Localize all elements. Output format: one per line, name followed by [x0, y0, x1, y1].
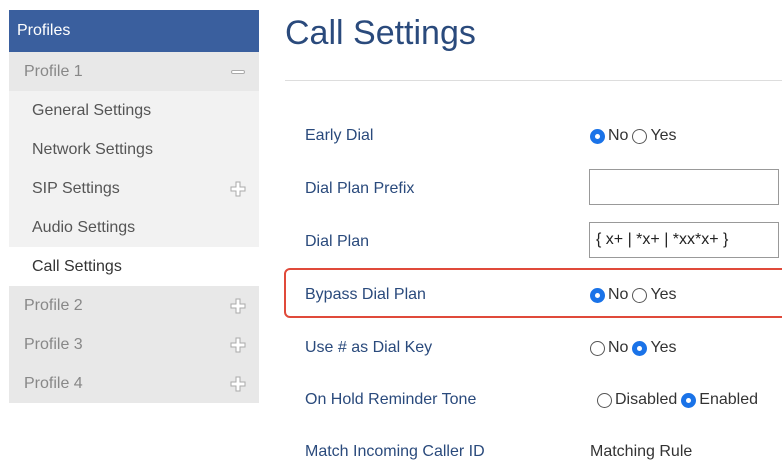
on-hold-reminder-tone-label: On Hold Reminder Tone — [305, 391, 477, 408]
sidebar-header: Profiles — [9, 10, 259, 52]
profiles-sidebar: Profiles Profile 1 General Settings Netw… — [9, 10, 259, 403]
radio-option-label: Yes — [650, 339, 677, 356]
sidebar-item-general-settings[interactable]: General Settings — [9, 91, 259, 130]
sidebar-item-label: Profile 3 — [24, 336, 83, 353]
sidebar-item-label: Audio Settings — [32, 219, 136, 236]
expand-icon[interactable] — [229, 286, 247, 325]
use-hash-dial-key-yes-radio[interactable] — [632, 340, 648, 356]
bypass-dial-plan-yes-radio[interactable] — [632, 287, 648, 303]
radio-option-label: Enabled — [699, 391, 758, 408]
sidebar-item-profile-4[interactable]: Profile 4 — [9, 364, 259, 403]
bypass-dial-plan-no-radio[interactable] — [590, 287, 605, 303]
sidebar-item-label: Network Settings — [32, 141, 153, 158]
match-incoming-caller-id-value: Matching Rule — [590, 443, 693, 460]
use-hash-dial-key-no-radio[interactable] — [590, 340, 605, 356]
dial-plan-prefix-label: Dial Plan Prefix — [305, 180, 415, 197]
early-dial-yes-radio[interactable] — [632, 128, 648, 144]
sidebar-item-label: Call Settings — [32, 258, 122, 275]
sidebar-item-call-settings[interactable]: Call Settings — [9, 247, 259, 286]
on-hold-reminder-tone-radio-group: Disabled Enabled — [597, 391, 762, 409]
sidebar-item-network-settings[interactable]: Network Settings — [9, 130, 259, 169]
bypass-dial-plan-radio-group: No Yes — [590, 286, 681, 304]
sidebar-item-audio-settings[interactable]: Audio Settings — [9, 208, 259, 247]
radio-option-label: No — [608, 127, 629, 144]
sidebar-item-label: Profile 4 — [24, 375, 83, 392]
on-hold-reminder-tone-enabled-radio[interactable] — [681, 392, 697, 408]
match-incoming-caller-id-label: Match Incoming Caller ID — [305, 443, 485, 460]
sidebar-item-label: SIP Settings — [32, 180, 120, 197]
sidebar-item-profile-1[interactable]: Profile 1 — [9, 52, 259, 91]
sidebar-item-label: General Settings — [32, 102, 152, 119]
early-dial-label: Early Dial — [305, 127, 374, 144]
expand-icon[interactable] — [229, 169, 247, 208]
expand-icon[interactable] — [229, 364, 247, 403]
use-hash-dial-key-radio-group: No Yes — [590, 339, 681, 357]
early-dial-no-radio[interactable] — [590, 128, 605, 144]
radio-option-label: Yes — [650, 127, 677, 144]
radio-option-label: Yes — [650, 286, 677, 303]
sidebar-item-profile-2[interactable]: Profile 2 — [9, 286, 259, 325]
on-hold-reminder-tone-disabled-radio[interactable] — [597, 392, 612, 408]
expand-icon[interactable] — [229, 325, 247, 364]
title-divider — [285, 80, 782, 81]
dial-plan-label: Dial Plan — [305, 233, 370, 250]
sidebar-item-profile-3[interactable]: Profile 3 — [9, 325, 259, 364]
radio-option-label: No — [608, 286, 629, 303]
use-hash-dial-key-label: Use # as Dial Key — [305, 339, 433, 356]
page-title: Call Settings — [285, 14, 476, 52]
radio-option-label: Disabled — [615, 391, 678, 408]
radio-option-label: No — [608, 339, 629, 356]
sidebar-item-sip-settings[interactable]: SIP Settings — [9, 169, 259, 208]
early-dial-radio-group: No Yes — [590, 127, 681, 145]
bypass-dial-plan-label: Bypass Dial Plan — [305, 286, 426, 303]
sidebar-item-label: Profile 2 — [24, 297, 83, 314]
dial-plan-prefix-input[interactable] — [589, 169, 779, 205]
sidebar-item-label: Profile 1 — [24, 63, 83, 80]
collapse-icon[interactable] — [229, 52, 247, 91]
dial-plan-input[interactable] — [589, 222, 779, 258]
